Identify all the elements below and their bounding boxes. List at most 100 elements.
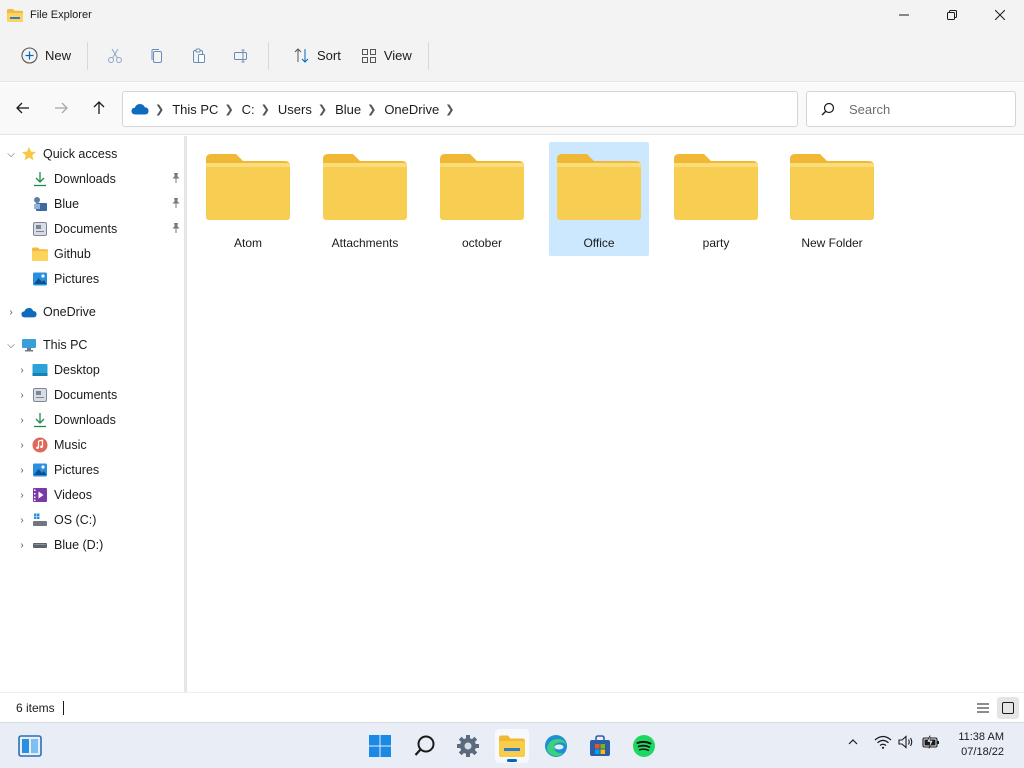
widgets-button[interactable]: [13, 729, 47, 763]
search-input[interactable]: [849, 101, 999, 117]
breadcrumb-c-drive[interactable]: C:: [242, 102, 255, 117]
pane-splitter[interactable]: [184, 136, 187, 692]
breadcrumb-this-pc[interactable]: This PC: [172, 102, 218, 117]
rename-button[interactable]: [220, 39, 262, 73]
copy-button[interactable]: [136, 39, 178, 73]
chevron-right-icon[interactable]: ›: [16, 540, 28, 551]
breadcrumb-onedrive[interactable]: OneDrive: [384, 102, 439, 117]
cut-button[interactable]: [94, 39, 136, 73]
sidebar-item-videos[interactable]: › Videos: [16, 483, 196, 507]
sidebar-item-blue-d[interactable]: › Blue (D:): [16, 533, 196, 557]
show-hidden-icons-button[interactable]: [846, 738, 860, 746]
folder-item[interactable]: Attachments: [315, 142, 415, 256]
forward-button[interactable]: [46, 93, 76, 123]
sidebar-item-quick-access[interactable]: ⌵ Quick access: [5, 142, 185, 166]
details-view-button[interactable]: [972, 697, 994, 719]
battery-charging-icon: [922, 735, 939, 749]
copy-icon: [151, 48, 163, 63]
settings-taskbar-button[interactable]: [451, 729, 485, 763]
gear-icon: [457, 735, 479, 757]
volume-button[interactable]: [898, 735, 916, 749]
restore-icon: [947, 10, 957, 20]
chevron-right-icon[interactable]: ›: [16, 390, 28, 401]
chevron-up-icon: [848, 739, 858, 745]
sidebar-item-this-pc[interactable]: ⌵ This PC: [5, 333, 185, 357]
sidebar-item-label: Blue (D:): [54, 538, 104, 552]
toolbar-separator: [87, 41, 89, 70]
view-grid-icon: [361, 48, 376, 63]
taskbar: 11:38 AM 07/18/22: [0, 722, 1024, 768]
status-separator: [62, 700, 64, 715]
sidebar-item-desktop[interactable]: › Desktop: [16, 358, 196, 382]
sidebar-item-label: Pictures: [54, 272, 100, 286]
large-icons-view-button[interactable]: [997, 697, 1019, 719]
breadcrumb-users[interactable]: Users: [278, 102, 312, 117]
chevron-down-icon[interactable]: ⌵: [5, 340, 17, 351]
pin-icon: [170, 197, 182, 212]
wifi-button[interactable]: [874, 735, 892, 749]
restore-button[interactable]: [928, 0, 976, 30]
chevron-down-icon[interactable]: ⌵: [5, 149, 17, 160]
search-icon: [414, 735, 435, 756]
windows-logo-icon: [369, 735, 391, 757]
sidebar-item-os-c[interactable]: › OS (C:): [16, 508, 196, 532]
sidebar-item-pc-downloads[interactable]: › Downloads: [16, 408, 196, 432]
sidebar-item-downloads[interactable]: Downloads: [16, 167, 196, 191]
list-view-icon: [977, 703, 989, 713]
folder-icon: [790, 154, 874, 220]
folder-item[interactable]: party: [666, 142, 766, 256]
sidebar-item-pc-documents[interactable]: › Documents: [16, 383, 196, 407]
scissors-icon: [108, 48, 123, 63]
breadcrumb-blue[interactable]: Blue: [335, 102, 361, 117]
search-icon: [821, 102, 835, 116]
drive-icon: [32, 537, 48, 553]
chevron-right-icon[interactable]: ›: [16, 365, 28, 376]
drive-windows-icon: [32, 512, 48, 528]
taskbar-clock[interactable]: 11:38 AM 07/18/22: [958, 730, 1004, 760]
chevron-right-icon[interactable]: ›: [16, 465, 28, 476]
edge-taskbar-button[interactable]: [539, 729, 573, 763]
view-button[interactable]: View: [351, 39, 422, 73]
store-taskbar-button[interactable]: [583, 729, 617, 763]
chevron-right-icon[interactable]: ›: [16, 415, 28, 426]
up-button[interactable]: [84, 93, 114, 123]
search-taskbar-button[interactable]: [408, 729, 442, 763]
arrow-right-icon: [55, 102, 68, 114]
sidebar-item-blue[interactable]: Blue: [16, 192, 196, 216]
sidebar-item-music[interactable]: › Music: [16, 433, 196, 457]
close-button[interactable]: [976, 0, 1024, 30]
back-button[interactable]: [8, 93, 38, 123]
sort-button-label: Sort: [317, 48, 341, 63]
sidebar-item-label: Videos: [54, 488, 92, 502]
user-folder-icon: [32, 196, 48, 212]
sidebar-item-label: OS (C:): [54, 513, 97, 527]
sidebar-item-pc-pictures[interactable]: › Pictures: [16, 458, 196, 482]
download-icon: [32, 412, 48, 428]
search-box[interactable]: [806, 91, 1016, 127]
chevron-right-icon[interactable]: ›: [5, 307, 17, 318]
minimize-button[interactable]: [880, 0, 928, 30]
chevron-right-icon[interactable]: ›: [16, 515, 28, 526]
spotify-taskbar-button[interactable]: [627, 729, 661, 763]
folder-item[interactable]: New Folder: [782, 142, 882, 256]
chevron-right-icon[interactable]: ›: [16, 440, 28, 451]
documents-icon: [32, 387, 48, 403]
sort-button[interactable]: Sort: [283, 39, 351, 73]
folder-name: party: [702, 236, 730, 250]
start-button[interactable]: [363, 729, 397, 763]
sidebar-item-documents[interactable]: Documents: [16, 217, 196, 241]
folder-item-selected[interactable]: Office: [549, 142, 649, 256]
sidebar-item-onedrive[interactable]: › OneDrive: [5, 300, 185, 324]
file-explorer-taskbar-button[interactable]: [495, 729, 529, 763]
new-button[interactable]: New: [11, 39, 81, 73]
folder-name: Office: [583, 236, 615, 250]
paste-button[interactable]: [178, 39, 220, 73]
battery-button[interactable]: [922, 735, 940, 749]
address-bar[interactable]: ❯ This PC ❯ C: ❯ Users ❯ Blue ❯ OneDrive…: [122, 91, 798, 127]
sidebar-item-github[interactable]: Github: [16, 242, 196, 266]
chevron-right-icon[interactable]: ›: [16, 490, 28, 501]
folder-item[interactable]: Atom: [198, 142, 298, 256]
edge-browser-icon: [545, 735, 567, 757]
sidebar-item-pictures[interactable]: Pictures: [16, 267, 196, 291]
folder-item[interactable]: october: [432, 142, 532, 256]
